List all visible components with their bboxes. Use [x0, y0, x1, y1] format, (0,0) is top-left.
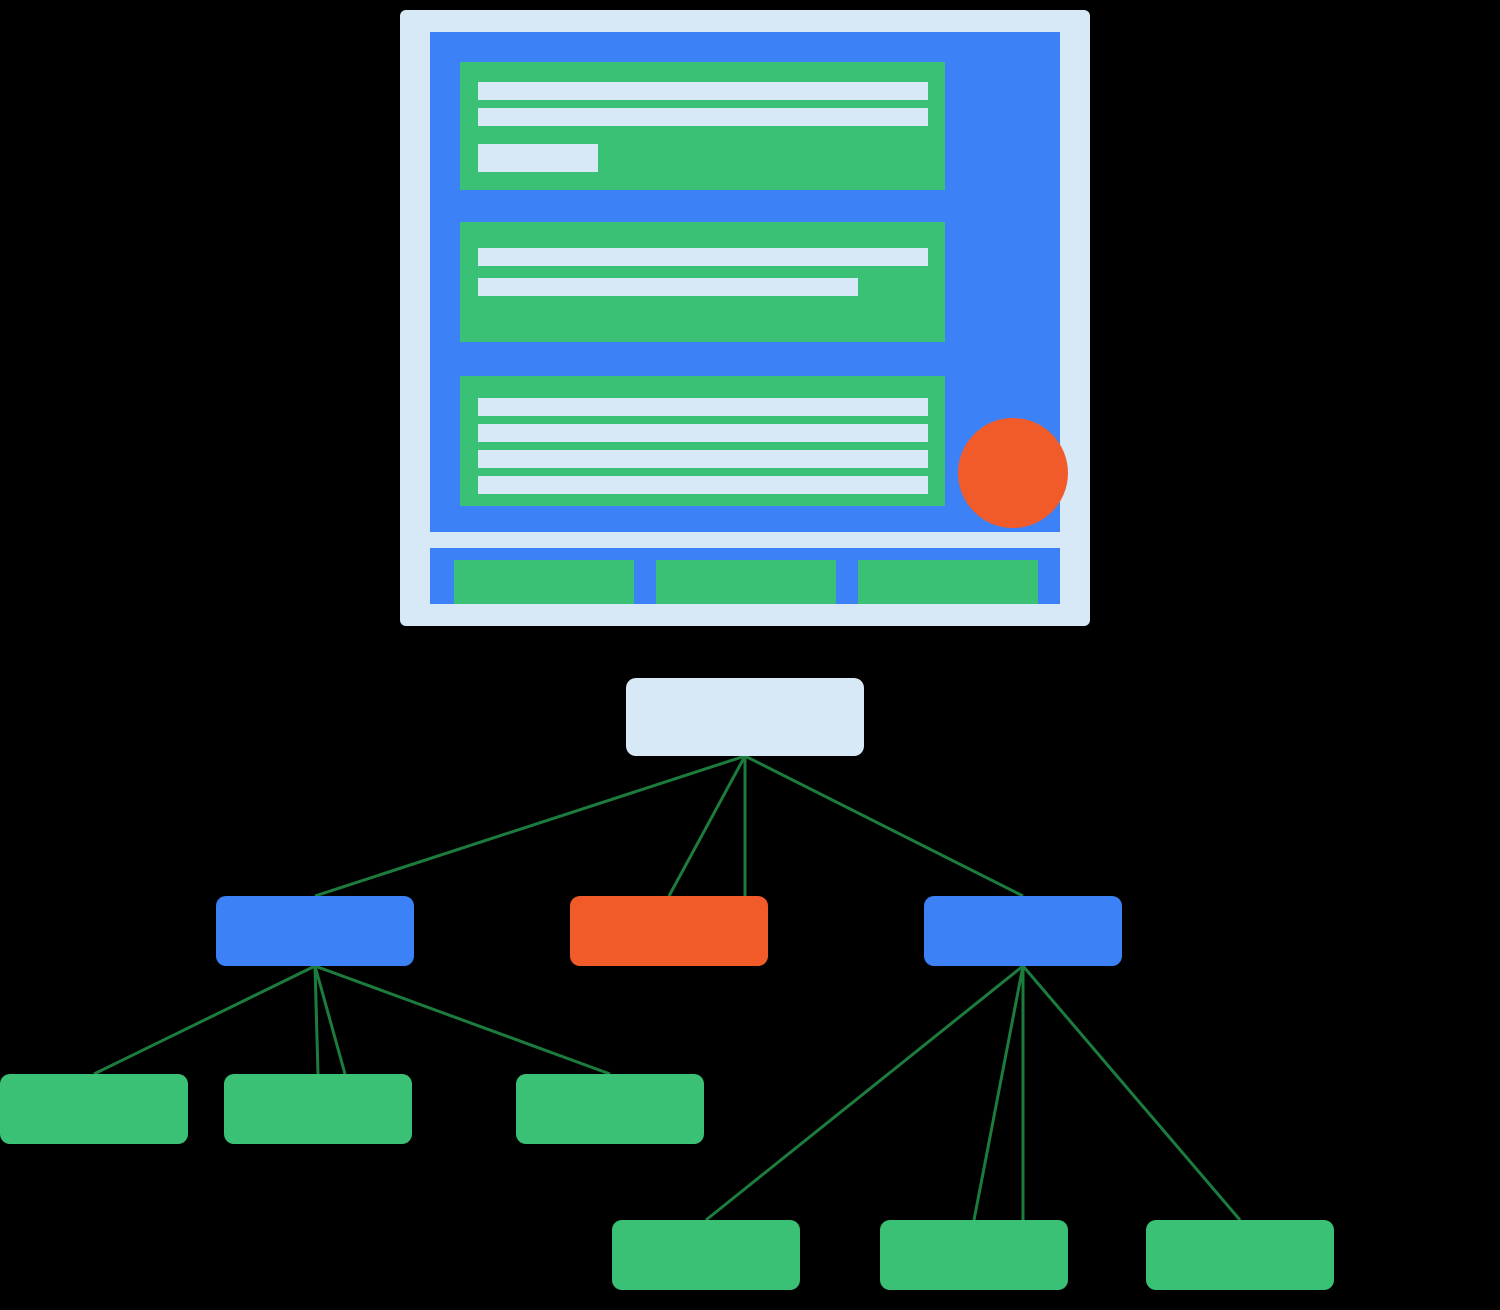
tree-level3-left-node-c [516, 1074, 704, 1144]
tree-level2-node-b [570, 896, 768, 966]
floating-action-button-icon[interactable] [958, 418, 1068, 528]
tree-level3-left-node-b [224, 1074, 412, 1144]
bottom-nav-button-1[interactable] [454, 560, 634, 604]
text-line-placeholder [478, 248, 928, 266]
tree-level2-node-a [216, 896, 414, 966]
text-line-placeholder [478, 424, 928, 442]
bottom-nav-button-3[interactable] [858, 560, 1038, 604]
text-line-placeholder [478, 144, 598, 172]
text-line-placeholder [478, 278, 858, 296]
tree-level3-right-node-a [612, 1220, 800, 1290]
tree-level3-left-node-a [0, 1074, 188, 1144]
tree-root-node [626, 678, 864, 756]
text-line-placeholder [478, 108, 928, 126]
tree-level2-node-c [924, 896, 1122, 966]
tree-level3-right-node-b [880, 1220, 1068, 1290]
text-line-placeholder [478, 476, 928, 494]
text-line-placeholder [478, 398, 928, 416]
tree-level3-right-node-c [1146, 1220, 1334, 1290]
text-line-placeholder [478, 450, 928, 468]
bottom-nav-button-2[interactable] [656, 560, 836, 604]
text-line-placeholder [478, 82, 928, 100]
